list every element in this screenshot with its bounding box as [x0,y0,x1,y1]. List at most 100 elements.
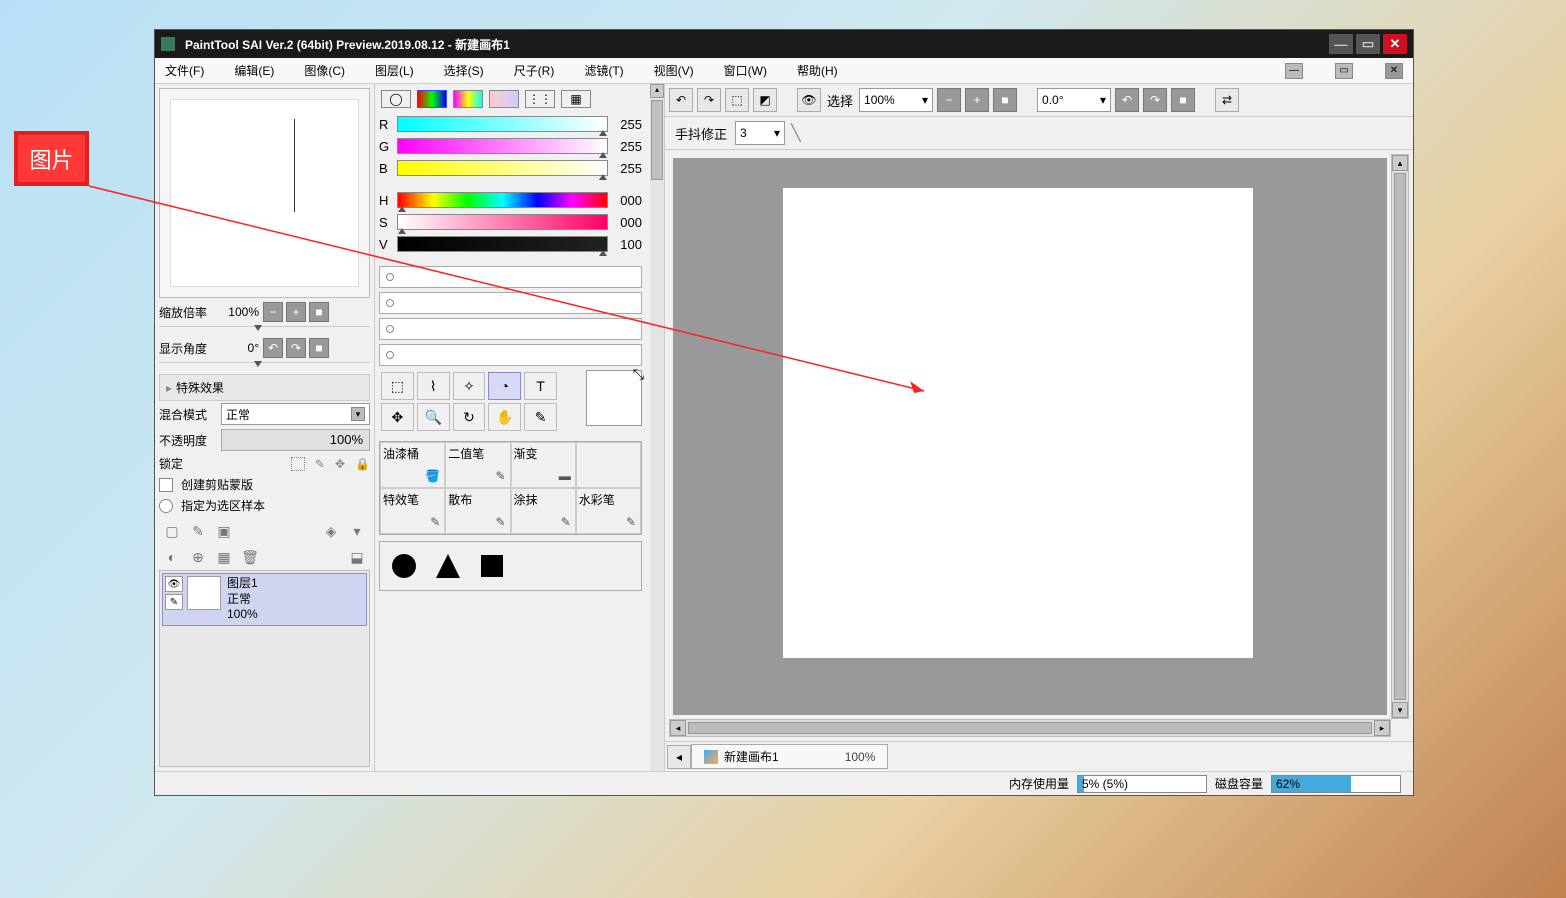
colormode-swatches[interactable]: ⋮⋮ [525,90,555,108]
brush-empty[interactable] [576,442,641,488]
close-button[interactable]: ✕ [1383,34,1407,54]
menu-edit[interactable]: 编辑(E) [234,62,274,79]
canvas-viewport[interactable] [673,158,1387,715]
zoom-in-button2[interactable]: + [965,88,989,112]
lock-move-icon[interactable]: ✥ [335,457,345,471]
menu-layer[interactable]: 图层(L) [375,62,414,79]
fx-header[interactable]: ▸特殊效果 [159,374,370,401]
tool-move[interactable]: ✥ [381,403,414,431]
layer-visibility-icon[interactable]: 👁 [165,576,183,592]
sample-radio[interactable] [159,499,173,513]
tab-scroll-left[interactable]: ◂ [667,745,691,769]
swatch-2[interactable] [379,292,642,314]
tool-wand[interactable]: ✧ [453,372,486,400]
colormode-hsv[interactable] [453,90,483,108]
doc-restore-button[interactable]: ▭ [1335,63,1353,79]
colormode-wheel[interactable]: ◯ [381,90,411,108]
tool-text[interactable]: T [524,372,557,400]
menu-file[interactable]: 文件(F) [165,62,204,79]
g-slider[interactable] [397,138,608,154]
h-slider[interactable] [397,192,608,208]
new-linework-icon[interactable]: ✎ [189,522,207,540]
swatch-3[interactable] [379,318,642,340]
angle-select[interactable]: 0.0°▾ [1037,88,1111,112]
lock-pixels-icon[interactable] [291,457,305,471]
minimize-button[interactable]: — [1329,34,1353,54]
invert-button[interactable]: ◩ [753,88,777,112]
tool-eyedropper[interactable]: ✎ [524,403,557,431]
shape-square[interactable] [476,550,508,582]
zoom-select[interactable]: 100%▾ [859,88,933,112]
menu-image[interactable]: 图像(C) [304,62,345,79]
layer-edit-icon[interactable]: ✎ [165,594,183,610]
mask-icon[interactable]: ◐ [163,548,181,566]
tool-hand[interactable]: ✋ [488,403,521,431]
rotate-ccw-button2[interactable]: ↶ [1115,88,1139,112]
brush-bucket[interactable]: 油漆桶🪣 [380,442,445,488]
opacity-slider[interactable]: 100% [221,429,370,451]
rotate-reset-button2[interactable]: ■ [1171,88,1195,112]
navigator[interactable] [159,88,370,298]
b-slider[interactable] [397,160,608,176]
menu-select[interactable]: 选择(S) [444,62,484,79]
rotate-cw-button[interactable]: ↷ [286,338,306,358]
apply-mask-icon[interactable]: ⊕ [189,548,207,566]
lock-all-icon[interactable]: 🔒 [355,457,370,471]
flip-button[interactable]: ⇄ [1215,88,1239,112]
horizontal-scrollbar[interactable]: ◂▸ [669,719,1391,737]
zoom-out-button[interactable]: − [263,302,283,322]
lock-paint-icon[interactable]: ✎ [315,457,325,471]
tool-rotate[interactable]: ↻ [453,403,486,431]
redo-button[interactable]: ↷ [697,88,721,112]
merge-icon[interactable]: ▾ [348,522,366,540]
s-slider[interactable] [397,214,608,230]
brush-gradient[interactable]: 渐变▬ [511,442,576,488]
canvas[interactable] [783,188,1253,658]
swap-colors-icon[interactable]: ⤡ [633,366,644,383]
swatch-1[interactable] [379,266,642,288]
tool-zoom[interactable]: 🔍 [417,403,450,431]
tool-rect-select[interactable]: ⬚ [381,372,414,400]
brush-watercolor[interactable]: 水彩笔✎ [576,488,641,534]
flatten-icon[interactable]: ⬓ [348,548,366,566]
menu-view[interactable]: 视图(V) [654,62,694,79]
menu-filter[interactable]: 滤镜(T) [584,62,623,79]
colormode-mixer[interactable] [489,90,519,108]
rotate-cw-button2[interactable]: ↷ [1143,88,1167,112]
v-slider[interactable] [397,236,608,252]
brush-smudge[interactable]: 涂抹✎ [511,488,576,534]
undo-button[interactable]: ↶ [669,88,693,112]
deselect-button[interactable]: ⬚ [725,88,749,112]
rotate-ccw-button[interactable]: ↶ [263,338,283,358]
blend-select[interactable]: 正常▾ [221,403,370,425]
stabilizer-select[interactable]: 3▾ [735,121,785,145]
brush-binary[interactable]: 二值笔✎ [445,442,510,488]
doc-minimize-button[interactable]: — [1285,63,1303,79]
menu-help[interactable]: 帮助(H) [797,62,838,79]
r-slider[interactable] [397,116,608,132]
doc-close-button[interactable]: ✕ [1385,63,1403,79]
menu-window[interactable]: 窗口(W) [724,62,767,79]
brush-scatter[interactable]: 散布✎ [445,488,510,534]
new-layer-icon[interactable]: ▢ [163,522,181,540]
zoom-in-button[interactable]: + [286,302,306,322]
layer-item[interactable]: 👁 ✎ 图层1 正常 100% [162,573,367,626]
delete-layer-icon[interactable]: 🗑 [241,548,259,566]
clip-checkbox[interactable] [159,478,173,492]
menu-ruler[interactable]: 尺子(R) [514,62,555,79]
colormode-rgb[interactable] [417,90,447,108]
new-folder-icon[interactable]: ▣ [215,522,233,540]
document-tab[interactable]: 新建画布1 100% [691,744,888,769]
transfer-icon[interactable]: ◈ [322,522,340,540]
layer-list[interactable]: 👁 ✎ 图层1 正常 100% [159,570,370,767]
rotate-reset-button[interactable]: ■ [309,338,329,358]
swatch-4[interactable] [379,344,642,366]
show-sel-button[interactable]: 👁 [797,88,821,112]
brush-fx[interactable]: 特效笔✎ [380,488,445,534]
mid-scrollbar[interactable]: ▴ [650,84,664,771]
zoom-reset-button[interactable]: ■ [309,302,329,322]
zoom-fit-button[interactable]: ■ [993,88,1017,112]
colormode-scratchpad[interactable]: ▦ [561,90,591,108]
clear-icon[interactable]: ▦ [215,548,233,566]
shape-triangle[interactable] [432,550,464,582]
